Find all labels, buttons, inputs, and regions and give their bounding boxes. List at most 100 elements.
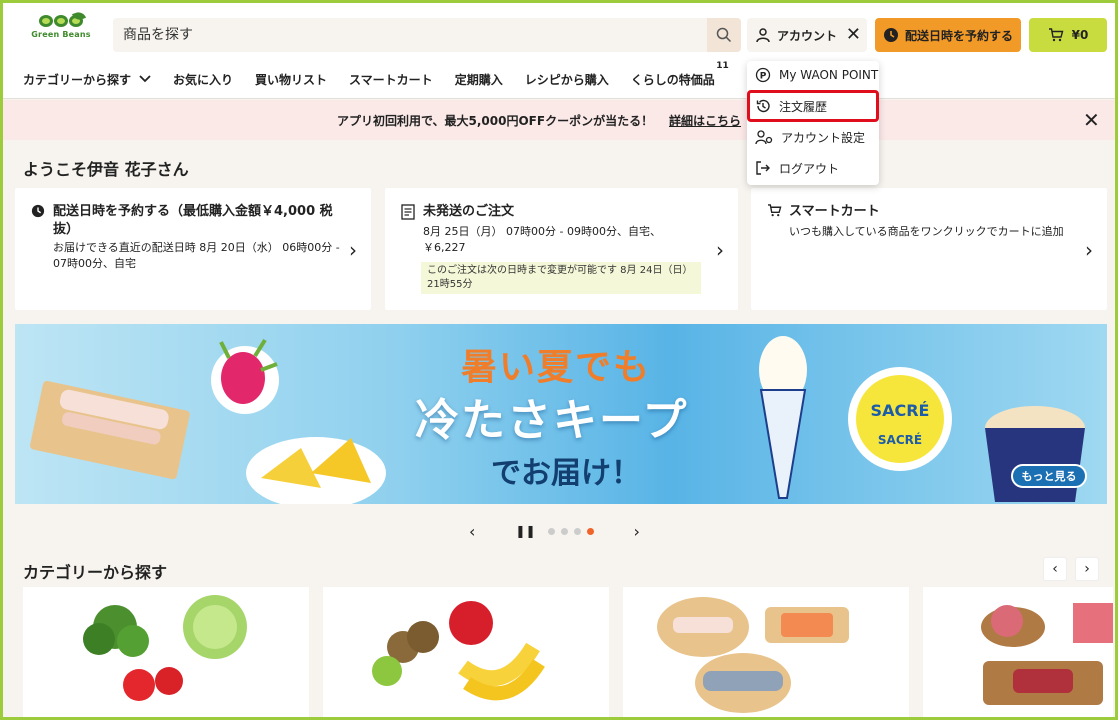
- cart-button[interactable]: ¥0: [1029, 18, 1107, 52]
- clock-icon: [884, 28, 898, 42]
- nav-item-label: スマートカート: [349, 72, 433, 87]
- menu-item-label: アカウント設定: [781, 130, 866, 145]
- carousel-prev-icon[interactable]: ‹: [469, 522, 475, 541]
- menu-item-waon-point[interactable]: P My WAON POINT: [755, 61, 878, 89]
- carousel-dots: [547, 527, 594, 535]
- nav-item-label: お気に入り: [173, 72, 234, 87]
- card-description: 8月 25日（月） 07時00分 - 09時00分、自宅、￥6,227: [423, 225, 661, 254]
- main-nav: カテゴリーから探す お気に入り 買い物リスト スマートカート 定期購入 レシピか…: [23, 61, 737, 89]
- smart-cart-icon: [768, 204, 782, 217]
- hero-banner[interactable]: SACRÉ SACRÉ 暑い夏でも 冷たさキープ でお届け！ もっと見る: [15, 324, 1107, 504]
- promo-text: アプリ初回利用で、最大5,000円OFFクーポンが当たる！: [337, 114, 654, 128]
- carousel-dot-active[interactable]: [586, 527, 594, 535]
- sashimi-board-image: [29, 380, 190, 480]
- cart-icon: [1048, 28, 1064, 42]
- welcome-message: ようこそ伊音 花子さん: [23, 160, 189, 179]
- nav-item-smart-cart[interactable]: スマートカート: [349, 69, 433, 89]
- card-title: 配送日時を予約する（最低購入金額￥4,000 税抜）: [53, 204, 333, 237]
- banner-more-button[interactable]: もっと見る: [1011, 464, 1087, 488]
- reserve-delivery-button[interactable]: 配送日時を予約する: [875, 18, 1021, 52]
- vegetables-image: [83, 595, 247, 701]
- smart-cart-card[interactable]: スマートカート いつも購入している商品をワンクリックでカートに追加 ›: [751, 188, 1107, 310]
- banner-headline-3: でお届け！: [491, 456, 641, 491]
- chevron-right-icon: ›: [349, 238, 357, 262]
- search-input[interactable]: [113, 18, 707, 52]
- pending-order-card[interactable]: 未発送のご注文 8月 25日（月） 07時00分 - 09時00分、自宅、￥6,…: [385, 188, 738, 310]
- card-title: 未発送のご注文: [423, 204, 515, 219]
- category-card-meat[interactable]: [923, 587, 1113, 717]
- cart-total: ¥0: [1071, 28, 1089, 42]
- promo-close-icon[interactable]: ✕: [1083, 108, 1100, 132]
- carousel-dot[interactable]: [560, 527, 568, 535]
- nav-item-recipe[interactable]: レシピから購入: [525, 69, 609, 89]
- meat-image: [981, 603, 1113, 705]
- user-icon: [756, 28, 770, 43]
- logout-icon: [756, 161, 770, 175]
- clock-icon: [31, 204, 45, 218]
- search-button[interactable]: [707, 18, 741, 52]
- category-card-vegetables[interactable]: [23, 587, 309, 717]
- sacre-ice-image: SACRÉ SACRÉ: [848, 367, 952, 471]
- logo-text: Green Beans: [31, 30, 91, 39]
- specials-count-badge: 11: [716, 61, 729, 71]
- nav-item-label: カテゴリーから探す: [23, 72, 132, 87]
- category-section-title: カテゴリーから探す: [23, 563, 168, 582]
- nav-item-label: レシピから購入: [524, 72, 609, 87]
- svg-text:P: P: [760, 72, 767, 82]
- search-bar: [113, 18, 741, 52]
- waon-point-icon: P: [755, 67, 771, 83]
- site-header: Green Beans アカウント ✕ 配送日時を予約する ¥0 カテゴリーから…: [3, 3, 1115, 99]
- account-settings-icon: [755, 130, 773, 145]
- menu-item-account-settings[interactable]: アカウント設定: [755, 123, 865, 151]
- order-icon: [401, 204, 415, 220]
- promo-banner: アプリ初回利用で、最大5,000円OFFクーポンが当たる！ 詳細はこちら ✕: [3, 100, 1115, 140]
- reserve-delivery-card[interactable]: 配送日時を予約する（最低購入金額￥4,000 税抜） お届けできる直近の配送日時…: [15, 188, 371, 310]
- category-card-fruits[interactable]: [323, 587, 609, 717]
- banner-headline-2: 冷たさキープ: [415, 395, 689, 446]
- pause-icon[interactable]: ❚❚: [515, 524, 535, 538]
- nav-item-label: 定期購入: [454, 72, 503, 87]
- carousel-next-icon[interactable]: ›: [634, 522, 640, 541]
- change-deadline-note: このご注文は次の日時まで変更が可能です 8月 24日（日） 21時55分: [421, 262, 701, 294]
- category-prev-button[interactable]: ‹: [1043, 557, 1067, 581]
- order-history-highlight: [747, 90, 879, 122]
- nav-item-shopping-list[interactable]: 買い物リスト: [255, 69, 327, 89]
- carousel-dot[interactable]: [547, 527, 555, 535]
- banner-headline-1: 暑い夏でも: [461, 347, 652, 388]
- chevron-right-icon: ›: [716, 238, 724, 262]
- chevron-down-icon: [139, 75, 151, 83]
- nav-item-specials[interactable]: くらしの特価品 11: [630, 61, 729, 89]
- carousel-dot[interactable]: [573, 527, 581, 535]
- svg-text:SACRÉ: SACRÉ: [871, 401, 930, 420]
- pineapple-plate-image: [246, 437, 386, 504]
- search-icon: [716, 27, 732, 43]
- menu-item-label: My WAON POINT: [779, 68, 879, 82]
- close-icon[interactable]: ✕: [846, 25, 861, 45]
- category-next-button[interactable]: ›: [1075, 557, 1099, 581]
- reserve-label: 配送日時を予約する: [905, 28, 1014, 43]
- category-card-seafood[interactable]: [623, 587, 909, 717]
- menu-item-logout[interactable]: ログアウト: [755, 154, 839, 182]
- logo[interactable]: Green Beans: [29, 10, 93, 51]
- nav-item-favorites[interactable]: お気に入り: [173, 69, 233, 89]
- account-label: アカウント: [777, 28, 838, 43]
- card-description: お届けできる直近の配送日時 8月 20日（水） 06時00分 - 07時00分、…: [53, 241, 340, 270]
- card-description: いつも購入している商品をワンクリックでカートに追加: [789, 225, 1064, 238]
- fruits-image: [372, 601, 545, 701]
- promo-details-link[interactable]: 詳細はこちら: [669, 112, 741, 129]
- nav-item-label: 買い物リスト: [255, 72, 328, 87]
- nav-item-categories[interactable]: カテゴリーから探す: [23, 69, 151, 89]
- card-title: スマートカート: [789, 204, 880, 219]
- menu-item-label: ログアウト: [779, 161, 840, 176]
- account-button[interactable]: アカウント ✕: [747, 18, 867, 52]
- carousel-controls: ‹ ❚❚ ›: [469, 521, 659, 541]
- page-frame: Green Beans アカウント ✕ 配送日時を予約する ¥0 カテゴリーから…: [0, 0, 1118, 720]
- dragon-fruit-image: [211, 338, 279, 414]
- seafood-image: [657, 597, 849, 713]
- chevron-left-icon: ‹: [1052, 561, 1058, 577]
- svg-text:SACRÉ: SACRÉ: [878, 432, 922, 447]
- chevron-right-icon: ›: [1084, 561, 1090, 577]
- nav-item-subscription[interactable]: 定期購入: [455, 69, 503, 89]
- chevron-right-icon: ›: [1085, 238, 1093, 262]
- nav-item-label: くらしの特価品: [630, 72, 715, 87]
